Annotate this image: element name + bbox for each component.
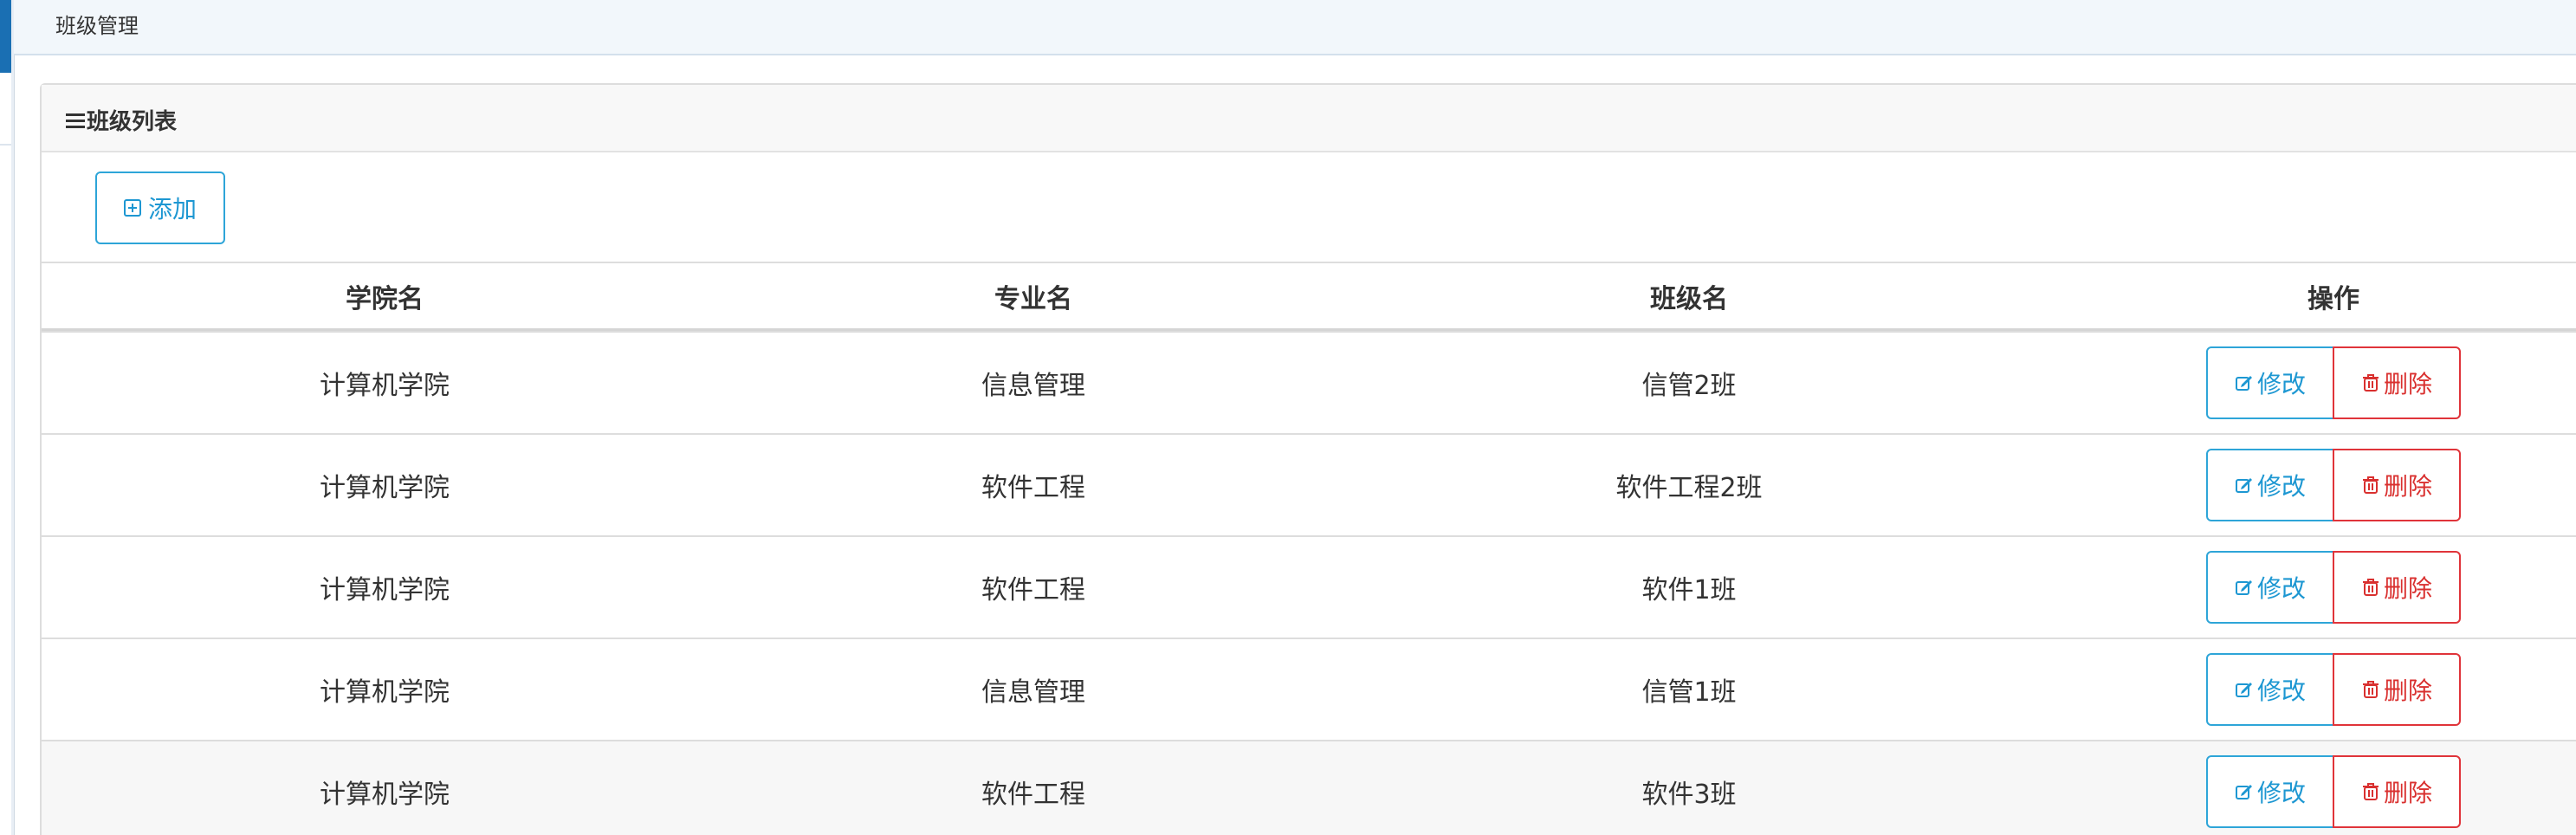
- bars-icon: [66, 113, 85, 128]
- edit-icon: [2235, 476, 2254, 495]
- add-button[interactable]: 添加: [95, 172, 225, 244]
- delete-button-label: 删除: [2383, 779, 2432, 807]
- row-actions: 修改 删除: [2206, 653, 2461, 726]
- delete-button-label: 删除: [2383, 574, 2432, 603]
- actions-cell: 修改 删除: [2039, 639, 2576, 740]
- panel-title-text: 班级列表: [87, 109, 178, 135]
- class-cell: 软件1班: [1641, 575, 1737, 605]
- table-body: 计算机学院 信息管理 信管2班 修改 删除 计算机学院 软件工程 软件工程2班 …: [42, 331, 2576, 835]
- sidebar-accent: [0, 0, 11, 73]
- row-actions: 修改 删除: [2206, 346, 2461, 419]
- panel-title: 班级列表: [66, 104, 177, 136]
- edit-button-label: 修改: [2256, 574, 2306, 603]
- edit-button[interactable]: 修改: [2206, 551, 2334, 624]
- edit-button[interactable]: 修改: [2206, 449, 2334, 521]
- trash-icon: [2361, 476, 2380, 495]
- class-list-panel: 班级列表 添加 学院名 专业名 班级名 操作 计算机学院 信息管理 信管2班 修…: [40, 83, 2576, 835]
- class-cell: 信管2班: [1641, 371, 1737, 401]
- edit-button[interactable]: 修改: [2206, 653, 2334, 726]
- edit-button[interactable]: 修改: [2206, 755, 2334, 828]
- plus-square-icon: [123, 199, 141, 217]
- column-header-class: 班级名: [1650, 283, 1728, 314]
- trash-icon: [2361, 680, 2380, 699]
- table-row: 计算机学院 软件工程 软件1班 修改 删除: [42, 535, 2576, 638]
- edit-icon: [2235, 680, 2254, 699]
- add-button-label: 添加: [147, 195, 197, 223]
- actions-cell: 修改 删除: [2039, 741, 2576, 835]
- actions-cell: 修改 删除: [2039, 333, 2576, 433]
- row-actions: 修改 删除: [2206, 551, 2461, 624]
- delete-button[interactable]: 删除: [2333, 653, 2461, 726]
- edit-button-label: 修改: [2256, 370, 2306, 398]
- class-cell: 信管1班: [1641, 677, 1737, 708]
- delete-button-label: 删除: [2383, 370, 2432, 398]
- breadcrumb-bar: 班级管理: [14, 0, 2576, 55]
- major-cell: 信息管理: [981, 371, 1085, 401]
- column-header-actions: 操作: [2307, 283, 2359, 314]
- major-cell: 软件工程: [981, 575, 1085, 605]
- edit-icon: [2235, 782, 2254, 801]
- college-cell: 计算机学院: [320, 575, 450, 605]
- delete-button[interactable]: 删除: [2333, 755, 2461, 828]
- class-table: 学院名 专业名 班级名 操作 计算机学院 信息管理 信管2班 修改 删除 计算机…: [42, 262, 2576, 835]
- delete-button[interactable]: 删除: [2333, 346, 2461, 419]
- table-row: 计算机学院 软件工程 软件3班 修改 删除: [42, 740, 2576, 835]
- class-cell: 软件工程2班: [1615, 473, 1763, 503]
- row-actions: 修改 删除: [2206, 755, 2461, 828]
- edit-button-label: 修改: [2256, 676, 2306, 705]
- trash-icon: [2361, 373, 2380, 392]
- actions-cell: 修改 删除: [2039, 537, 2576, 638]
- table-row: 计算机学院 信息管理 信管1班 修改 删除: [42, 638, 2576, 740]
- edit-button[interactable]: 修改: [2206, 346, 2334, 419]
- column-header-college: 学院名: [346, 283, 424, 314]
- sidebar-edge: [11, 0, 15, 835]
- major-cell: 信息管理: [981, 677, 1085, 708]
- major-cell: 软件工程: [981, 780, 1085, 810]
- college-cell: 计算机学院: [320, 371, 450, 401]
- table-row: 计算机学院 信息管理 信管2班 修改 删除: [42, 331, 2576, 433]
- major-cell: 软件工程: [981, 473, 1085, 503]
- edit-icon: [2235, 373, 2254, 392]
- row-actions: 修改 删除: [2206, 449, 2461, 521]
- panel-heading: 班级列表: [42, 85, 2576, 152]
- app: 班级管理 班级列表 添加 学院名 专业名 班级名 操作 计算机学院 信息管理 信…: [0, 0, 2576, 835]
- edit-icon: [2235, 578, 2254, 597]
- trash-icon: [2361, 578, 2380, 597]
- edit-button-label: 修改: [2256, 779, 2306, 807]
- college-cell: 计算机学院: [320, 677, 450, 708]
- table-row: 计算机学院 软件工程 软件工程2班 修改 删除: [42, 433, 2576, 535]
- edit-button-label: 修改: [2256, 472, 2306, 501]
- delete-button-label: 删除: [2383, 676, 2432, 705]
- actions-cell: 修改 删除: [2039, 435, 2576, 535]
- sidebar-divider: [0, 144, 11, 146]
- delete-button[interactable]: 删除: [2333, 449, 2461, 521]
- college-cell: 计算机学院: [320, 780, 450, 810]
- breadcrumb: 班级管理: [55, 14, 139, 38]
- column-header-major: 专业名: [994, 283, 1072, 314]
- delete-button-label: 删除: [2383, 472, 2432, 501]
- table-header-row: 学院名 专业名 班级名 操作: [42, 262, 2576, 331]
- class-cell: 软件3班: [1641, 780, 1737, 810]
- trash-icon: [2361, 782, 2380, 801]
- delete-button[interactable]: 删除: [2333, 551, 2461, 624]
- college-cell: 计算机学院: [320, 473, 450, 503]
